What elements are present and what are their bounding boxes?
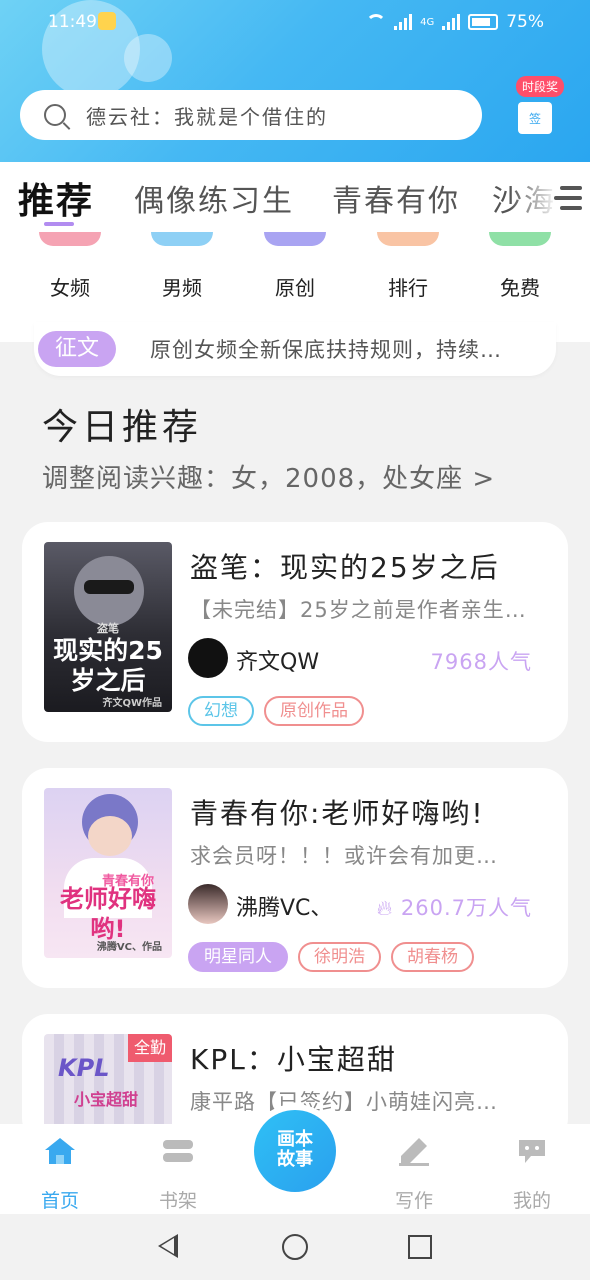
category-male[interactable]: 男频 [142, 232, 222, 301]
nav-me[interactable]: 我的 [492, 1136, 572, 1213]
book-cover: 盗笔 现实的25岁之后 齐文QW作品 [44, 542, 172, 712]
category-label: 免费 [500, 276, 540, 300]
battery-level: 75% [506, 12, 544, 32]
search-icon [44, 104, 66, 126]
notice-text: 原创女频全新保底扶持规则，持续… [150, 338, 502, 362]
nav-label: 首页 [40, 1190, 79, 1212]
category-icon [377, 232, 439, 246]
recent-apps-icon[interactable] [408, 1235, 432, 1259]
status-bar: 11:49 4G 75% [0, 0, 590, 44]
cover-top-text: 盗笔 [97, 622, 119, 635]
tag-list: 明星同人 徐明浩 胡春杨 [188, 942, 474, 972]
pencil-icon [399, 1138, 429, 1166]
center-label: 画本故事 [277, 1129, 313, 1170]
full-attendance-badge: 全勤 [128, 1034, 172, 1062]
bookshelf-icon [163, 1140, 193, 1162]
tag[interactable]: 明星同人 [188, 942, 288, 972]
book-cover: 青春有你 老师好嗨哟! 沸腾VC、作品 [44, 788, 172, 958]
book-title: 盗笔：现实的25岁之后 [190, 551, 500, 584]
notification-icon [98, 12, 116, 30]
nav-label: 书架 [158, 1190, 197, 1212]
cover-subtitle: 小宝超甜 [74, 1090, 139, 1109]
tag[interactable]: 原创作品 [264, 696, 364, 726]
book-card[interactable]: 盗笔 现实的25岁之后 齐文QW作品 盗笔：现实的25岁之后 【未完结】25岁之… [22, 522, 568, 742]
book-desc: 求会员呀！！！或许会有加更… [190, 844, 498, 868]
search-bar[interactable]: 德云社：我就是个借住的 [20, 90, 482, 140]
signal-icon [394, 14, 413, 30]
category-original[interactable]: 原创 [255, 232, 335, 301]
cover-author: 齐文QW作品 [102, 698, 162, 709]
popularity: 🔥︎ 260.7万人气 [377, 892, 532, 922]
nav-label: 写作 [394, 1190, 433, 1212]
notice-tag: 征文 [38, 331, 116, 367]
signal-icon [442, 14, 461, 30]
tab-active-indicator [44, 222, 74, 226]
author-avatar [188, 884, 228, 924]
category-free[interactable]: 免费 [480, 232, 560, 301]
fire-icon: 🔥︎ [376, 896, 394, 920]
category-label: 原创 [275, 276, 315, 300]
category-female[interactable]: 女频 [30, 232, 110, 301]
category-icon [151, 232, 213, 246]
cover-title: 老师好嗨哟! [60, 885, 156, 943]
status-time: 11:49 [48, 12, 97, 32]
tab-recommend[interactable]: 推荐 [18, 172, 94, 224]
category-icon [39, 232, 101, 246]
popularity: 7968人气 [430, 650, 532, 674]
adjust-interest-link[interactable]: 调整阅读兴趣：女，2008，处女座 > [42, 458, 495, 495]
cover-title: 现实的25岁之后 [53, 636, 163, 695]
tag[interactable]: 徐明浩 [298, 942, 381, 972]
book-desc: 【未完结】25岁之前是作者亲生… [190, 598, 527, 622]
chat-bubble-icon [519, 1140, 545, 1163]
tag[interactable]: 胡春杨 [391, 942, 474, 972]
book-desc: 康平路【已签约】小萌娃闪亮… [190, 1090, 498, 1114]
channel-tabs: 推荐 偶像练习生 青春有你 沙海 [0, 162, 590, 232]
category-icon [264, 232, 326, 246]
gift-icon: 签 [518, 102, 552, 134]
category-icon [489, 232, 551, 246]
search-placeholder: 德云社：我就是个借住的 [86, 104, 328, 129]
book-card[interactable]: 青春有你 老师好嗨哟! 沸腾VC、作品 青春有你:老师好嗨哟! 求会员呀！！！或… [22, 768, 568, 988]
author-name: 沸腾VC、 [236, 896, 333, 921]
tab-youth-with-you[interactable]: 青春有你 [332, 176, 460, 220]
book-title: 青春有你:老师好嗨哟! [190, 797, 485, 830]
nav-bookshelf[interactable]: 书架 [138, 1136, 218, 1213]
home-circle-icon[interactable] [282, 1234, 308, 1260]
tag-list: 幻想 原创作品 [188, 696, 364, 726]
network-type: 4G [420, 16, 435, 28]
popularity-value: 260.7万人气 [400, 896, 532, 920]
category-label: 排行 [388, 276, 428, 300]
cover-author: 沸腾VC、作品 [96, 942, 162, 953]
tag[interactable]: 幻想 [188, 696, 254, 726]
picture-story-button[interactable]: 画本故事 [254, 1110, 336, 1192]
section-title: 今日推荐 [42, 407, 203, 448]
system-nav-bar [0, 1214, 590, 1280]
book-title: KPL：小宝超甜 [190, 1043, 397, 1076]
bottom-nav: 首页 书架 画本故事 写作 我的 [0, 1110, 590, 1214]
category-ranking[interactable]: 排行 [368, 232, 448, 301]
nav-label: 我的 [512, 1190, 551, 1212]
category-label: 女频 [50, 276, 90, 300]
back-icon[interactable] [158, 1234, 178, 1258]
battery-icon [468, 14, 499, 30]
nav-home[interactable]: 首页 [20, 1136, 100, 1213]
gift-badge: 时段奖 [516, 76, 565, 97]
home-icon [45, 1138, 75, 1164]
category-label: 男频 [162, 276, 202, 300]
author-avatar [188, 638, 228, 678]
notice-bar[interactable]: 征文 原创女频全新保底扶持规则，持续… [34, 322, 556, 376]
checkin-gift-button[interactable]: 时段奖 签 [510, 76, 580, 140]
header: 11:49 4G 75% 德云社：我就是个借住的 时段奖 签 [0, 0, 590, 162]
tab-idol-producer[interactable]: 偶像练习生 [134, 176, 294, 220]
status-icons: 4G 75% [366, 12, 544, 32]
nav-write[interactable]: 写作 [374, 1136, 454, 1213]
wifi-icon [366, 14, 387, 30]
author-name: 齐文QW [236, 650, 320, 675]
menu-icon[interactable] [554, 186, 582, 210]
